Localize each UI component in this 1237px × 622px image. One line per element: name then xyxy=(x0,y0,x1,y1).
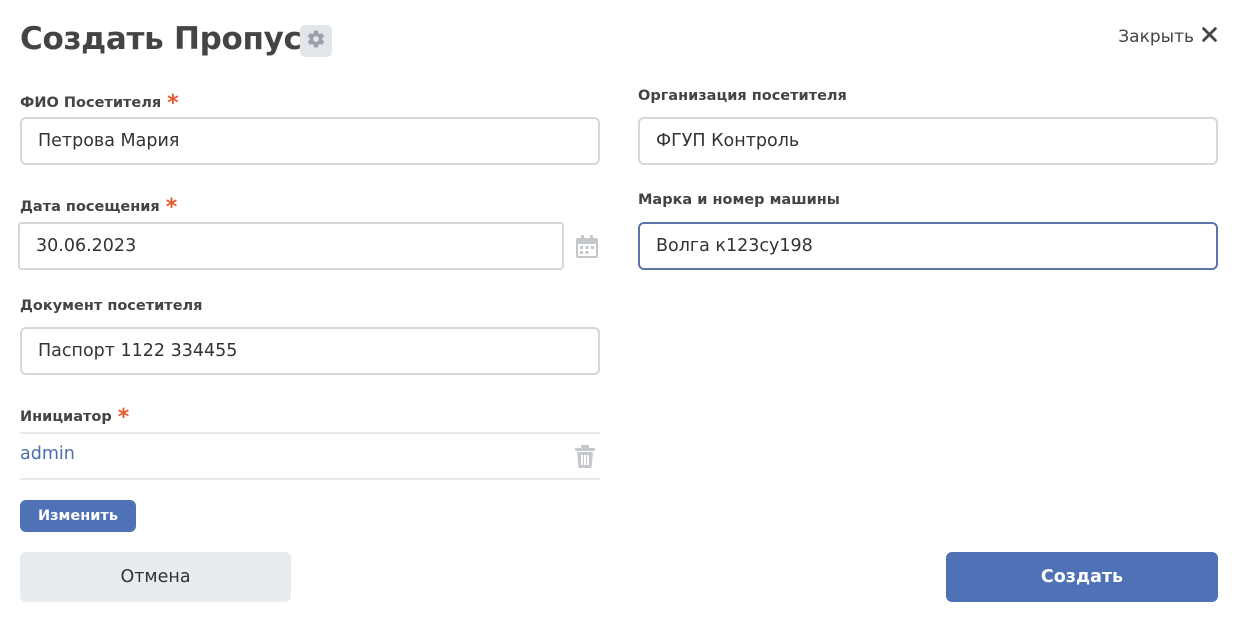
initiator-link[interactable]: admin xyxy=(20,444,75,464)
trash-icon[interactable] xyxy=(574,445,596,473)
fio-input[interactable]: Петрова Мария xyxy=(20,117,600,165)
required-marker: * xyxy=(165,195,178,220)
settings-button[interactable] xyxy=(300,25,332,57)
visit-date-input[interactable]: 30.06.2023 xyxy=(18,222,564,270)
initiator-row: admin xyxy=(20,432,600,480)
visit-date-label: Дата посещения * xyxy=(20,195,178,220)
car-label: Марка и номер машины xyxy=(638,192,840,208)
gear-icon xyxy=(306,29,326,53)
initiator-label: Инициатор * xyxy=(20,405,130,430)
close-button[interactable]: Закрыть xyxy=(1118,27,1217,47)
organization-input[interactable]: ФГУП Контроль xyxy=(638,117,1218,165)
car-input[interactable]: Волга к123су198 xyxy=(638,222,1218,270)
required-marker: * xyxy=(117,405,130,430)
page-title: Создать Пропуск xyxy=(20,21,323,57)
cancel-button[interactable]: Отмена xyxy=(20,552,291,602)
close-label: Закрыть xyxy=(1118,27,1194,47)
create-button[interactable]: Создать xyxy=(946,552,1218,602)
close-icon xyxy=(1202,27,1217,47)
change-initiator-button[interactable]: Изменить xyxy=(20,500,136,532)
fio-label: ФИО Посетителя * xyxy=(20,91,179,116)
organization-label: Организация посетителя xyxy=(638,88,847,104)
required-marker: * xyxy=(167,91,179,116)
calendar-icon[interactable] xyxy=(573,233,601,265)
document-input[interactable]: Паспорт 1122 334455 xyxy=(20,327,600,375)
document-label: Документ посетителя xyxy=(20,298,203,314)
